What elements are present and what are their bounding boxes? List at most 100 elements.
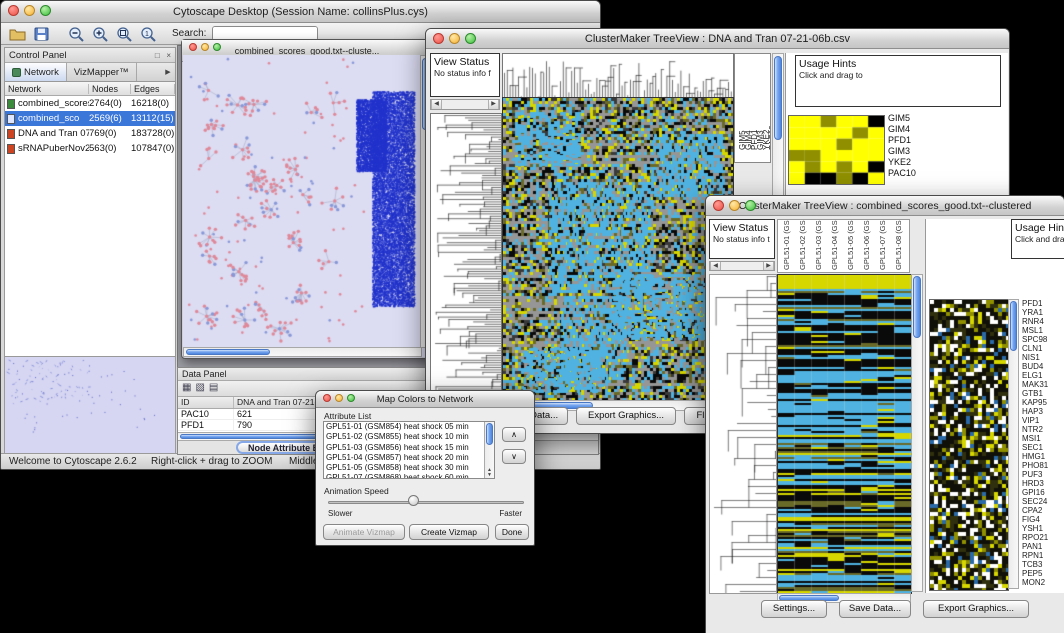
zoom-button[interactable] [347,394,355,402]
main-window-titlebar[interactable]: Cytoscape Desktop (Session Name: collins… [1,1,600,23]
gene-label[interactable]: MSI1 [1022,434,1064,443]
attribute-list-scrollbar[interactable]: ▲ ▼ [484,422,494,478]
gene-label[interactable]: GIM5 [888,113,948,124]
zoom-selected-button[interactable]: 1 [138,24,159,43]
gene-label[interactable]: FIG4 [1022,515,1064,524]
done-button[interactable]: Done [495,524,529,540]
zoom-out-button[interactable] [66,24,87,43]
close-button[interactable] [713,200,724,211]
move-down-button[interactable]: ∨ [502,449,526,464]
gene-label[interactable]: PEP5 [1022,569,1064,578]
gene-label[interactable]: CPA2 [1022,506,1064,515]
attribute-list-item[interactable]: GPL51-07 (GSM868) heat shock 60 min [324,473,484,479]
open-session-button[interactable] [7,24,28,43]
attribute-list-item[interactable]: GPL51-02 (GSM855) heat shock 10 min [324,432,484,442]
gene-label[interactable]: GIM3 [888,146,948,157]
dna-column-dendrogram[interactable] [502,53,734,99]
attribute-list-item[interactable]: GPL51-01 (GSM854) heat shock 05 min [324,422,484,432]
column-label[interactable]: PAC10 [768,62,771,150]
tab-network[interactable]: Network [5,63,67,81]
mini-scrollbar-track[interactable] [721,262,763,270]
gene-label[interactable]: YRA1 [1022,308,1064,317]
gene-label[interactable]: HRD3 [1022,479,1064,488]
close-button[interactable] [8,5,19,16]
gene-label[interactable]: BUD4 [1022,362,1064,371]
column-label[interactable]: GPL51-03 (GSM856 [814,220,823,270]
zoom-fit-button[interactable] [114,24,135,43]
gene-label[interactable]: SEC24 [1022,497,1064,506]
gene-label[interactable]: PHO81 [1022,461,1064,470]
close-button[interactable] [323,394,331,402]
treeview-dna-titlebar[interactable]: ClusterMaker TreeView : DNA and Tran 07-… [426,29,1009,49]
gene-label[interactable]: MSL1 [1022,326,1064,335]
gene-label[interactable]: PUF3 [1022,470,1064,479]
dendrogram-mini-scrollbar[interactable]: ◀ ▶ [430,99,500,110]
scrollbar-thumb[interactable] [486,423,493,445]
network-list-row[interactable]: sRNAPuberNov2 563(0) 107847(0) [5,141,175,156]
gene-label[interactable]: VIP1 [1022,416,1064,425]
column-label[interactable]: GPL51-06 (GSM866 [862,220,871,270]
gene-label[interactable]: CLN1 [1022,344,1064,353]
network-list-row[interactable]: combined_sco 2569(6) 13112(15) [5,111,175,126]
network-overview-thumbnail[interactable] [5,357,175,454]
gene-label[interactable]: RPN1 [1022,551,1064,560]
minimize-button[interactable] [24,5,35,16]
gene-label[interactable]: NIS1 [1022,353,1064,362]
network-horizontal-scrollbar[interactable] [183,347,422,357]
create-vizmap-button[interactable]: Create Vizmap [409,524,489,540]
column-label[interactable]: GPL51-01 (GSM854 [782,220,791,270]
slider-thumb[interactable] [408,495,419,506]
zoom-in-button[interactable] [90,24,111,43]
column-label[interactable]: GPL51-08 (GSM872 [894,220,903,270]
animation-speed-slider[interactable] [328,501,524,504]
combined-heatmap[interactable] [777,274,912,594]
zoom-button[interactable] [40,5,51,16]
tab-vizmapper[interactable]: VizMapper™ [67,63,137,81]
attribute-select-icon[interactable]: ▧ [195,382,204,394]
zoom-button[interactable] [745,200,756,211]
dendrogram-mini-scrollbar[interactable]: ◀ ▶ [709,261,775,271]
gene-label[interactable]: HMG1 [1022,452,1064,461]
scrollbar-thumb[interactable] [1010,301,1017,351]
minimize-button[interactable] [449,33,460,44]
combined-summary-heatmap[interactable] [929,299,1009,591]
tab-overflow-icon[interactable]: ▶ [161,63,175,81]
combined-vertical-scrollbar[interactable] [911,274,923,592]
attribute-list[interactable]: GPL51-01 (GSM854) heat shock 05 minGPL51… [323,421,495,479]
settings-button[interactable]: Settings... [761,600,827,618]
close-panel-icon[interactable]: × [166,51,171,60]
gene-label[interactable]: GTB1 [1022,389,1064,398]
gene-label[interactable]: PFD1 [888,135,948,146]
close-button[interactable] [433,33,444,44]
gene-label[interactable]: PFD1 [1022,299,1064,308]
gene-label[interactable]: MON2 [1022,578,1064,587]
attribute-function-icon[interactable]: ▤ [209,382,218,394]
scrollbar-thumb[interactable] [913,276,921,338]
dna-summary-heatmap[interactable] [788,115,885,185]
treeview-combined-titlebar[interactable]: ClusterMaker TreeView : combined_scores_… [706,196,1064,216]
export-graphics-button[interactable]: Export Graphics... [576,407,676,425]
network-list-row[interactable]: combined_scores 2764(0) 16218(0) [5,96,175,111]
attribute-table-icon[interactable]: ▦ [182,382,191,394]
attribute-list-item[interactable]: GPL51-04 (GSM857) heat shock 20 min [324,453,484,463]
column-label[interactable]: GPL51-05 (GSM865 [846,220,855,270]
gene-label[interactable]: PAN1 [1022,542,1064,551]
export-graphics-button[interactable]: Export Graphics... [923,600,1029,618]
minimize-button[interactable] [729,200,740,211]
scroll-left-icon[interactable]: ◀ [710,262,721,270]
dna-row-dendrogram[interactable] [430,113,502,401]
scroll-left-icon[interactable]: ◀ [431,100,442,109]
column-label[interactable]: GPL51-07 (GSM868 [878,220,887,270]
gene-label[interactable]: YKE2 [888,157,948,168]
gene-label[interactable]: RNR4 [1022,317,1064,326]
column-label[interactable]: GPL51-04 (GSM857 [830,220,839,270]
attribute-list-item[interactable]: GPL51-05 (GSM858) heat shock 30 min [324,463,484,473]
close-button[interactable] [189,43,197,51]
scrollbar-thumb[interactable] [774,56,782,140]
mini-scrollbar-track[interactable] [442,100,488,109]
gene-label[interactable]: PAC10 [888,168,948,179]
float-panel-icon[interactable]: □ [155,51,160,60]
gene-label[interactable]: KAP95 [1022,398,1064,407]
minimize-button[interactable] [201,43,209,51]
save-data-button[interactable]: Save Data... [839,600,911,618]
